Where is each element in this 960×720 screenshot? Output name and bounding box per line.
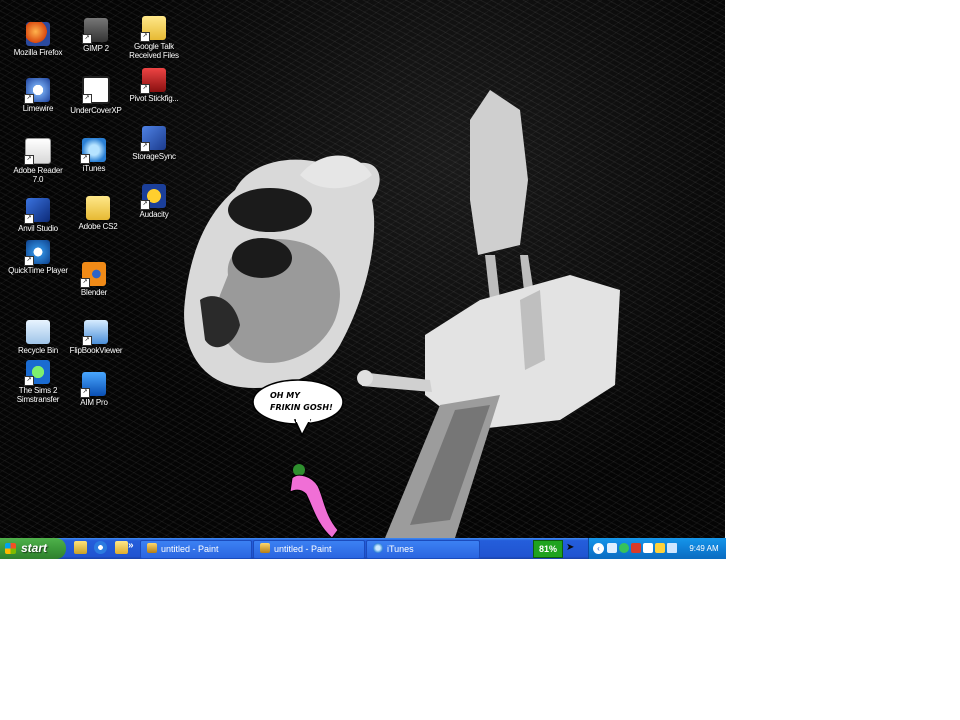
desktop-icon-pivot[interactable]: ↗ Pivot Stickfig...: [124, 68, 184, 103]
flipbook-icon: ↗: [82, 320, 108, 346]
aim-icon: ↗: [80, 372, 106, 398]
gimp-icon: ↗: [82, 18, 108, 44]
undercover-icon: ↗: [82, 76, 110, 104]
pivot-icon: ↗: [140, 68, 166, 94]
folder-icon: [86, 196, 110, 220]
itunes-icon: ↗: [80, 138, 106, 164]
paint-icon: [260, 543, 270, 553]
folder-icon[interactable]: [114, 541, 128, 554]
itunes-icon: [373, 543, 383, 553]
sims-icon: ↗: [24, 360, 50, 386]
limewire-icon: ↗: [24, 78, 50, 104]
quicktime-icon: ↗: [24, 240, 50, 266]
taskbar: start » untitled - Paint untitled - Pain…: [0, 538, 726, 559]
desktop-icon-audacity[interactable]: ↗ Audacity: [124, 184, 184, 219]
speech-bubble: OH MY FRIKIN GOSH!: [252, 379, 344, 437]
desktop-icon-undercover[interactable]: ↗ UnderCoverXP: [66, 76, 126, 115]
desktop-icon-adobe-reader[interactable]: ↗ Adobe Reader 7.0: [8, 138, 68, 184]
desktop-icon-recycle-bin[interactable]: Recycle Bin: [8, 320, 68, 355]
desktop-icon-gimp[interactable]: ↗ GIMP 2: [66, 18, 126, 53]
desktop-icon-itunes[interactable]: ↗ iTunes: [64, 138, 124, 173]
desktop-icon-adobe-cs2[interactable]: Adobe CS2: [68, 196, 128, 231]
taskbar-button-paint-1[interactable]: untitled - Paint: [140, 540, 252, 559]
speech-line-2: FRIKIN GOSH!: [270, 403, 333, 412]
adobe-reader-icon: ↗: [24, 138, 51, 165]
paint-icon: [147, 543, 157, 553]
folder-icon: ↗: [140, 16, 166, 42]
satellite-dish: [184, 155, 380, 389]
start-button[interactable]: start: [0, 538, 66, 559]
taskbar-button-paint-2[interactable]: untitled - Paint: [253, 540, 365, 559]
anvil-icon: ↗: [24, 198, 50, 224]
storagesync-icon: ↗: [140, 126, 166, 152]
desktop-icon-flipbook[interactable]: ↗ FlipBookViewer: [66, 320, 126, 355]
blender-icon: ↗: [80, 262, 106, 288]
desktop-icon-google-talk-files[interactable]: ↗ Google Talk Received Files: [124, 16, 184, 60]
taskbar-button-itunes[interactable]: iTunes: [366, 540, 480, 559]
desktop-icon-storagesync[interactable]: ↗ StorageSync: [124, 126, 184, 161]
show-desktop-icon[interactable]: [74, 541, 87, 554]
satellite-panel-bottom: [385, 395, 500, 538]
desktop-icon-anvil[interactable]: ↗ Anvil Studio: [8, 198, 68, 233]
battery-indicator[interactable]: 81%: [533, 540, 563, 558]
network-icon[interactable]: [607, 543, 617, 553]
desktop[interactable]: OH MY FRIKIN GOSH! Mozilla Firefox ↗ Lim…: [0, 0, 725, 538]
audacity-icon: ↗: [140, 184, 166, 210]
messenger-icon[interactable]: [619, 543, 629, 553]
desktop-icon-limewire[interactable]: ↗ Limewire: [8, 78, 68, 113]
pink-figure: [289, 464, 339, 538]
quick-launch: [74, 541, 131, 556]
internet-explorer-icon[interactable]: [94, 541, 108, 554]
mouse-cursor-icon: ➤: [566, 542, 575, 553]
desktop-icon-blender[interactable]: ↗ Blender: [64, 262, 124, 297]
power-icon[interactable]: [655, 543, 665, 553]
speech-line-1: OH MY: [270, 391, 301, 400]
show-hidden-icons-button[interactable]: ‹: [593, 543, 604, 554]
clock[interactable]: 9:49 AM: [685, 538, 723, 559]
security-icon[interactable]: [631, 543, 641, 553]
desktop-icon-quicktime[interactable]: ↗ QuickTime Player: [8, 240, 68, 275]
volume-icon[interactable]: [667, 543, 677, 553]
windows-flag-icon: [5, 543, 16, 554]
satellite-panel-top: [470, 90, 535, 300]
desktop-icon-firefox[interactable]: Mozilla Firefox: [8, 22, 68, 57]
desktop-icon-aim[interactable]: ↗ AIM Pro: [64, 372, 124, 407]
display-icon[interactable]: [643, 543, 653, 553]
quick-launch-more-button[interactable]: »: [128, 540, 134, 551]
firefox-icon: [26, 22, 50, 46]
recycle-bin-icon: [26, 320, 50, 344]
desktop-icon-sims[interactable]: ↗ The Sims 2 Simstransfer: [8, 360, 68, 404]
